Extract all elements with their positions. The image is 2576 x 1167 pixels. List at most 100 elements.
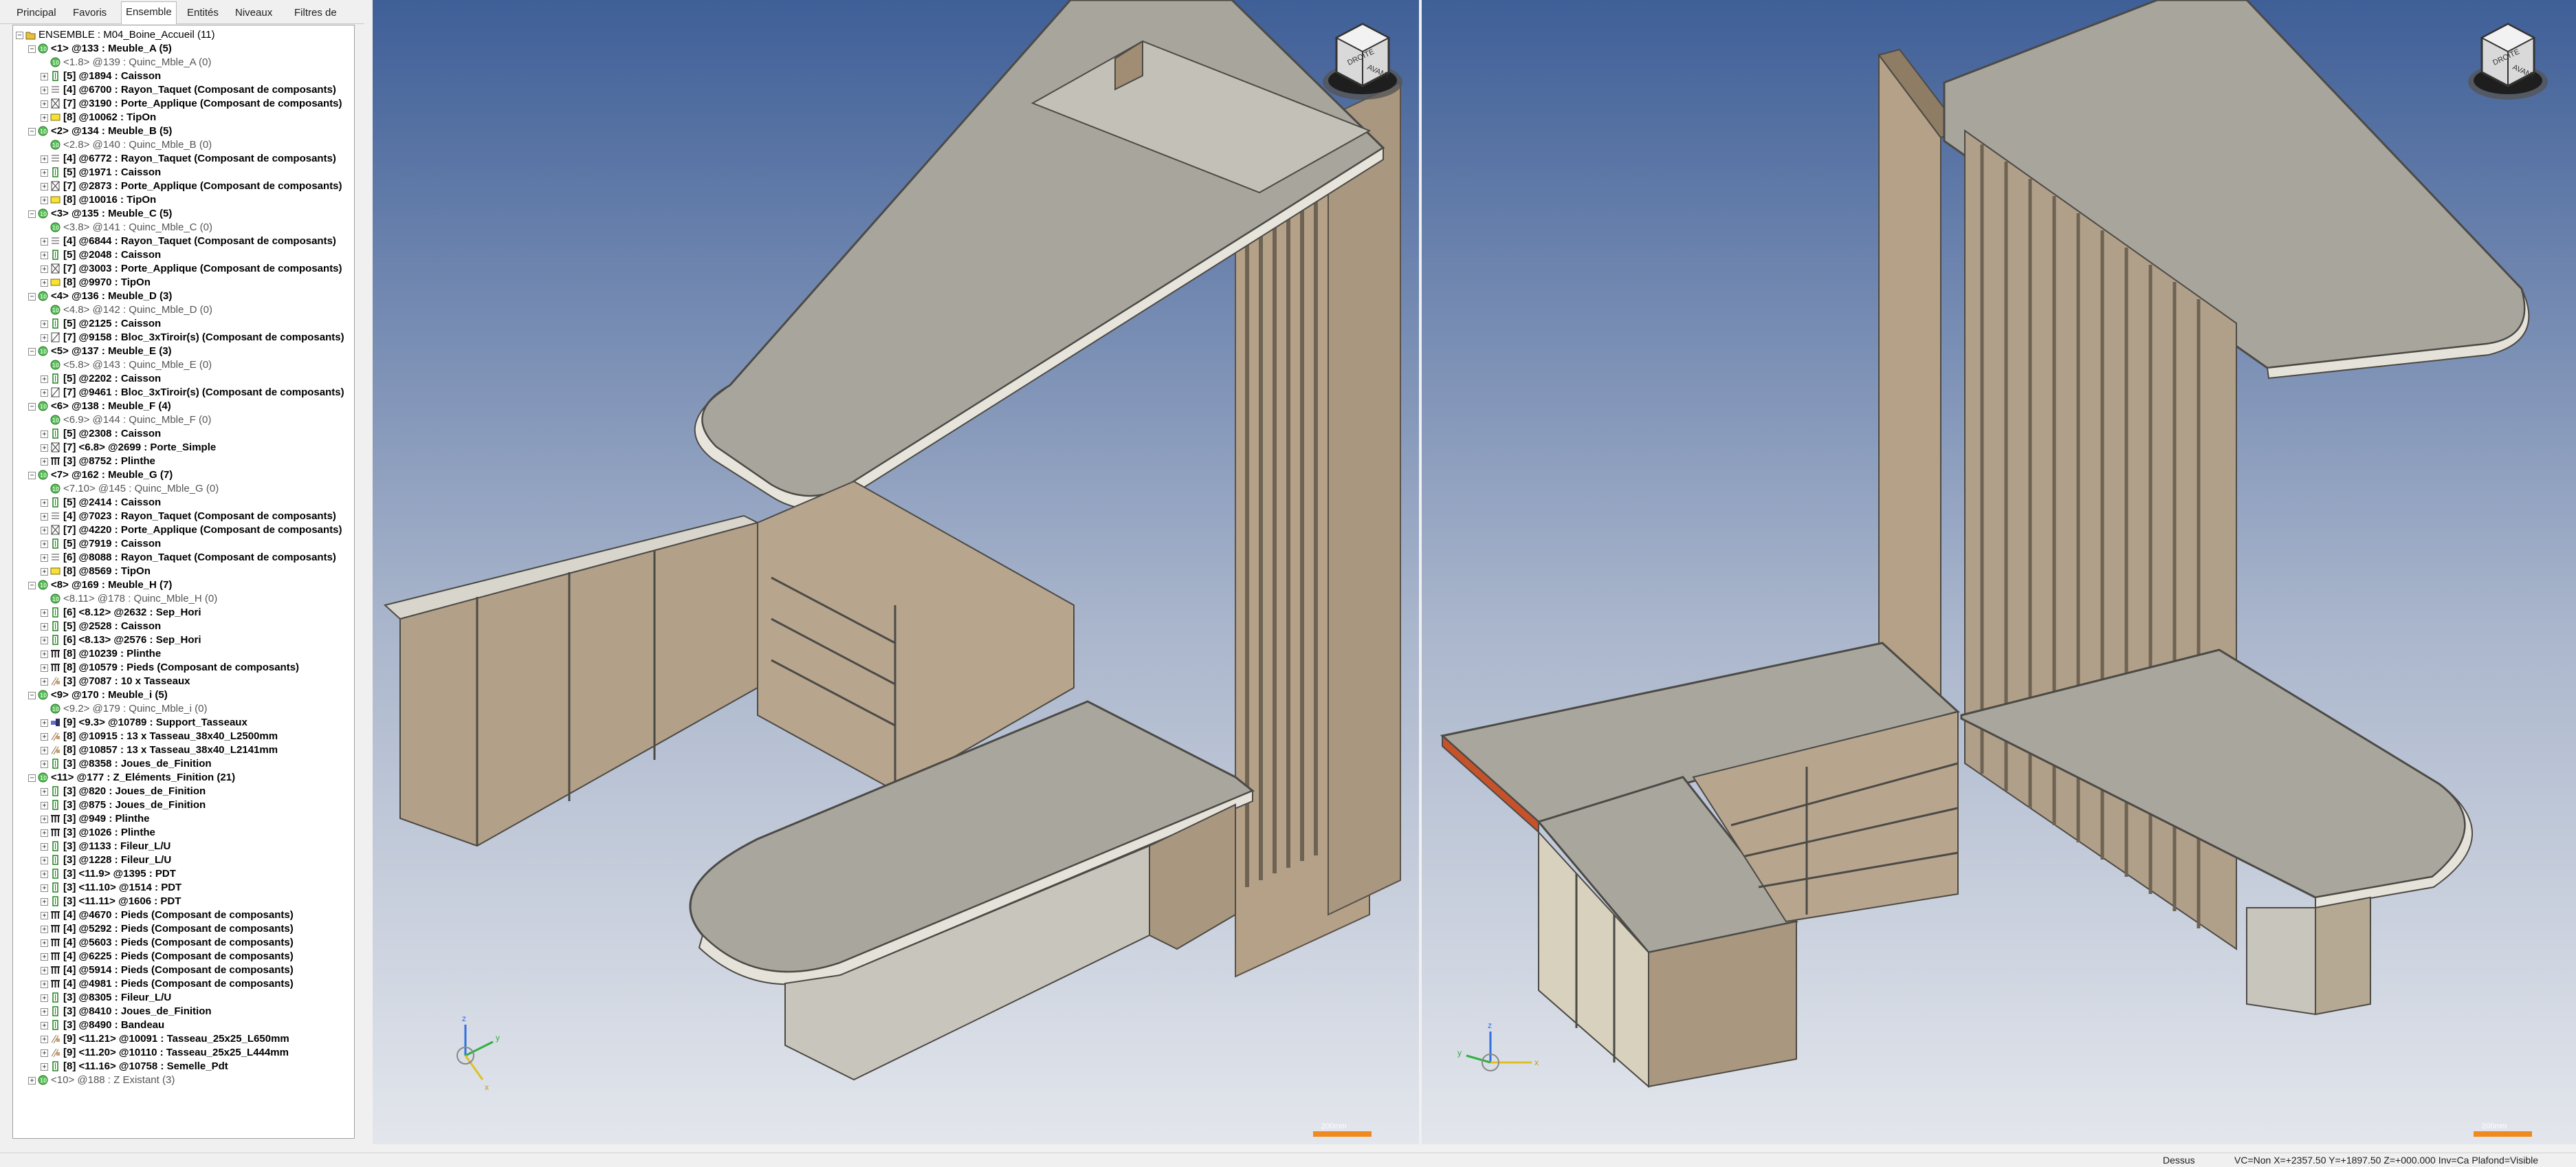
lower-base bbox=[2246, 907, 2316, 1016]
svg-text:10: 10 bbox=[40, 582, 47, 589]
expand-toggle[interactable]: + bbox=[41, 747, 48, 754]
expand-toggle[interactable]: + bbox=[41, 912, 48, 919]
expand-toggle[interactable]: + bbox=[41, 375, 48, 383]
expand-toggle[interactable]: + bbox=[41, 939, 48, 947]
collapse-toggle[interactable]: − bbox=[28, 472, 36, 479]
expand-toggle[interactable]: + bbox=[41, 183, 48, 190]
collapse-toggle[interactable]: − bbox=[28, 293, 36, 301]
expand-toggle[interactable]: + bbox=[41, 623, 48, 631]
expand-toggle[interactable]: + bbox=[41, 664, 48, 672]
expand-toggle[interactable]: + bbox=[41, 719, 48, 727]
expand-toggle[interactable]: + bbox=[41, 169, 48, 177]
expand-toggle[interactable]: + bbox=[41, 458, 48, 466]
expand-toggle[interactable]: + bbox=[41, 898, 48, 906]
expand-toggle[interactable]: + bbox=[41, 527, 48, 534]
collapse-toggle[interactable]: − bbox=[28, 128, 36, 135]
drawer-icon bbox=[50, 332, 60, 342]
expand-toggle[interactable]: + bbox=[41, 953, 48, 961]
expand-toggle[interactable]: + bbox=[41, 568, 48, 576]
plinth-icon bbox=[50, 814, 60, 824]
collapse-toggle[interactable]: − bbox=[28, 692, 36, 699]
expand-toggle[interactable]: + bbox=[28, 1077, 36, 1084]
collapse-toggle[interactable]: − bbox=[28, 403, 36, 411]
expand-toggle[interactable]: + bbox=[41, 444, 48, 452]
expand-toggle[interactable]: + bbox=[41, 1008, 48, 1016]
expand-toggle[interactable]: + bbox=[41, 926, 48, 933]
tab-niveaux[interactable]: Niveaux bbox=[231, 4, 276, 22]
panel-divider[interactable] bbox=[364, 0, 373, 1142]
expand-toggle[interactable]: + bbox=[41, 1049, 48, 1057]
expand-toggle[interactable]: + bbox=[41, 279, 48, 287]
tree-row-label: <3.8> @141 : Quinc_Mble_C (0) bbox=[63, 221, 213, 233]
svg-text:10: 10 bbox=[40, 1078, 47, 1084]
tree-row-label: [9] <11.20> @10110 : Tasseau_25x25_L444m… bbox=[63, 1047, 289, 1058]
tab-filtres-de-visualisation[interactable]: Filtres de visualisation bbox=[290, 4, 364, 36]
expand-toggle[interactable]: + bbox=[41, 197, 48, 204]
assembly-icon: 10 bbox=[50, 140, 60, 150]
batten-icon bbox=[50, 1034, 60, 1044]
collapse-toggle[interactable]: − bbox=[28, 348, 36, 356]
expand-toggle[interactable]: + bbox=[41, 155, 48, 163]
expand-toggle[interactable]: + bbox=[41, 651, 48, 658]
expand-toggle[interactable]: + bbox=[41, 1022, 48, 1029]
door-icon bbox=[50, 181, 60, 191]
expand-toggle[interactable]: + bbox=[41, 994, 48, 1002]
viewport-left[interactable]: DROITE AVANT z y x 200mm bbox=[373, 0, 1419, 1144]
expand-toggle[interactable]: + bbox=[41, 554, 48, 562]
expand-toggle[interactable]: + bbox=[41, 320, 48, 328]
expand-toggle[interactable]: + bbox=[41, 430, 48, 438]
expand-toggle[interactable]: + bbox=[41, 513, 48, 521]
tab-ensemble[interactable]: Ensemble bbox=[121, 1, 177, 24]
expand-toggle[interactable]: + bbox=[41, 389, 48, 397]
expand-toggle[interactable]: + bbox=[41, 816, 48, 823]
expand-toggle[interactable]: + bbox=[41, 252, 48, 259]
yellow-icon bbox=[50, 277, 60, 287]
tree-row-label: [3] @875 : Joues_de_Finition bbox=[63, 799, 206, 811]
plinth-icon bbox=[50, 951, 60, 961]
collapse-toggle[interactable]: − bbox=[28, 210, 36, 218]
svg-text:x: x bbox=[1534, 1058, 1539, 1067]
tree-row-label: [4] @4670 : Pieds (Composant de composan… bbox=[63, 909, 294, 921]
expand-toggle[interactable]: + bbox=[41, 843, 48, 851]
expand-toggle[interactable]: + bbox=[41, 1036, 48, 1043]
expand-toggle[interactable]: + bbox=[41, 609, 48, 617]
expand-toggle[interactable]: + bbox=[41, 884, 48, 892]
tree-row-label: [4] @6844 : Rayon_Taquet (Composant de c… bbox=[63, 235, 336, 247]
expand-toggle[interactable]: + bbox=[41, 802, 48, 809]
collapse-toggle[interactable]: − bbox=[16, 32, 23, 39]
expand-toggle[interactable]: + bbox=[41, 100, 48, 108]
expand-toggle[interactable]: + bbox=[41, 981, 48, 988]
tree-row-label: [4] @6772 : Rayon_Taquet (Composant de c… bbox=[63, 153, 336, 164]
expand-toggle[interactable]: + bbox=[41, 1063, 48, 1071]
door-icon bbox=[50, 442, 60, 452]
expand-toggle[interactable]: + bbox=[41, 114, 48, 122]
tree-row-label: [4] @6225 : Pieds (Composant de composan… bbox=[63, 950, 294, 962]
expand-toggle[interactable]: + bbox=[41, 788, 48, 796]
expand-toggle[interactable]: + bbox=[41, 541, 48, 548]
tab-entit-s[interactable]: Entités bbox=[183, 4, 223, 22]
viewport-right[interactable]: DROITE AVANT z y x 200mm bbox=[1422, 0, 2576, 1144]
expand-toggle[interactable]: + bbox=[41, 871, 48, 878]
expand-toggle[interactable]: + bbox=[41, 967, 48, 974]
expand-toggle[interactable]: + bbox=[41, 857, 48, 864]
expand-toggle[interactable]: + bbox=[41, 499, 48, 507]
expand-toggle[interactable]: + bbox=[41, 334, 48, 342]
collapse-toggle[interactable]: − bbox=[28, 774, 36, 782]
expand-toggle[interactable]: + bbox=[41, 265, 48, 273]
assembly-tree[interactable]: − ENSEMBLE : M04_Boine_Accueil (11) −10 <1>… bbox=[12, 25, 355, 1139]
collapse-toggle[interactable]: − bbox=[28, 45, 36, 53]
collapse-toggle[interactable]: − bbox=[28, 582, 36, 589]
part-icon bbox=[50, 992, 60, 1003]
expand-toggle[interactable]: + bbox=[41, 761, 48, 768]
tab-favoris[interactable]: Favoris bbox=[69, 4, 111, 22]
expand-toggle[interactable]: + bbox=[41, 73, 48, 80]
part-icon bbox=[50, 538, 60, 549]
expand-toggle[interactable]: + bbox=[41, 87, 48, 94]
expand-toggle[interactable]: + bbox=[41, 733, 48, 741]
tab-principal[interactable]: Principal bbox=[12, 4, 60, 22]
expand-toggle[interactable]: + bbox=[41, 637, 48, 644]
expand-toggle[interactable]: + bbox=[41, 238, 48, 246]
tree-row-label: <7.10> @145 : Quinc_Mble_G (0) bbox=[63, 483, 219, 494]
expand-toggle[interactable]: + bbox=[41, 829, 48, 837]
expand-toggle[interactable]: + bbox=[41, 678, 48, 686]
